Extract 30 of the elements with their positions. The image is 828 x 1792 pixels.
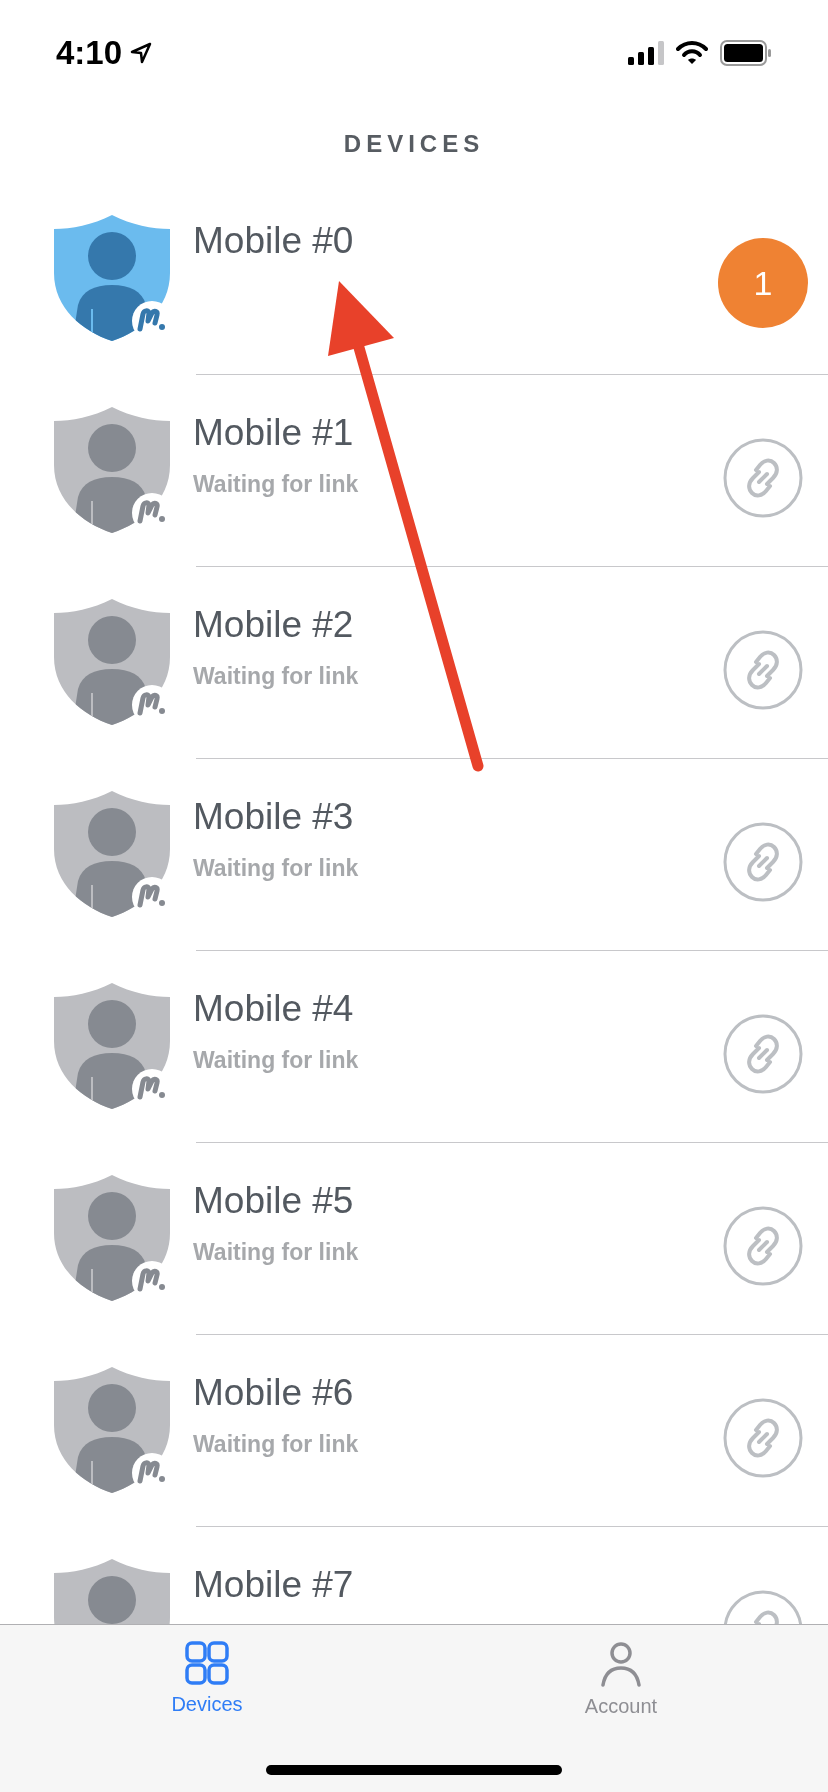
link-icon[interactable]: [723, 1398, 803, 1478]
wifi-icon: [676, 41, 708, 65]
device-name[interactable]: Mobile #0: [193, 219, 718, 263]
signal-icon: [628, 41, 664, 65]
status-time: 4:10: [56, 33, 123, 74]
device-name[interactable]: Mobile #5: [193, 1179, 718, 1223]
grid-icon: [185, 1641, 229, 1685]
battery-icon: [720, 40, 772, 66]
page-title: DEVICES: [343, 129, 485, 159]
location-arrow-icon: [130, 42, 153, 64]
notification-badge: 1: [718, 238, 808, 328]
device-name[interactable]: Mobile #3: [193, 795, 718, 839]
device-status: Waiting for link: [193, 662, 360, 691]
device-status: Waiting for link: [193, 1430, 360, 1459]
link-icon[interactable]: [723, 438, 803, 518]
device-name[interactable]: Mobile #6: [193, 1371, 718, 1415]
device-name[interactable]: Mobile #1: [193, 411, 718, 455]
link-icon[interactable]: [723, 822, 803, 902]
device-name[interactable]: Mobile #4: [193, 987, 718, 1031]
device-status: Waiting for link: [193, 1046, 360, 1075]
device-status: Waiting for link: [193, 470, 360, 499]
link-icon[interactable]: [723, 1014, 803, 1094]
link-icon[interactable]: [723, 630, 803, 710]
device-status: Waiting for link: [193, 854, 360, 883]
device-name[interactable]: Mobile #2: [193, 603, 718, 647]
link-icon[interactable]: [723, 1206, 803, 1286]
tab-item[interactable]: Devices: [0, 1625, 414, 1721]
device-status: Waiting for link: [193, 1238, 360, 1267]
device-name[interactable]: Mobile #7: [193, 1563, 718, 1607]
person-icon: [599, 1641, 643, 1687]
